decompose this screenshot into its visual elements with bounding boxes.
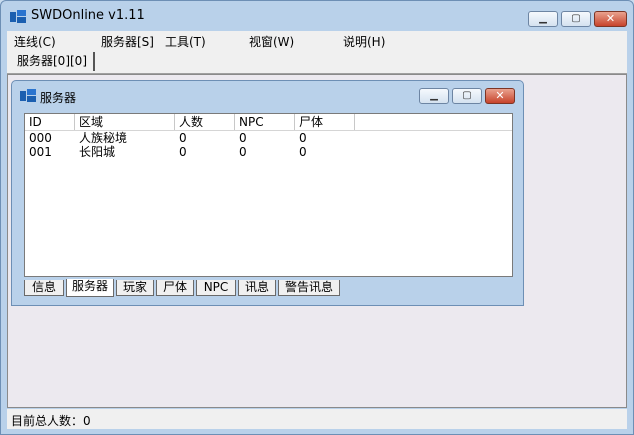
tab-messages[interactable]: 讯息: [238, 280, 276, 296]
list-header: ID 区域 人数 NPC 尸体: [25, 114, 512, 131]
close-icon: ✕: [605, 12, 616, 25]
cell-npc: 0: [239, 145, 247, 159]
app-logo-icon: [20, 89, 36, 102]
child-minimize-button[interactable]: ▁: [419, 88, 449, 104]
table-row[interactable]: 001 长阳城 0 0 0: [25, 145, 512, 159]
menu-connect[interactable]: 连线(C): [14, 33, 56, 50]
tab-players[interactable]: 玩家: [116, 280, 154, 296]
child-maximize-button[interactable]: ▢: [452, 88, 482, 104]
menu-help[interactable]: 说明(H): [343, 33, 385, 50]
cell-id: 001: [29, 145, 52, 159]
close-button[interactable]: ✕: [594, 11, 627, 27]
tab-npc[interactable]: NPC: [196, 280, 236, 296]
document-tab-strip: 服务器[0][0]: [7, 49, 627, 74]
column-header-players[interactable]: 人数: [175, 114, 235, 130]
maximize-button[interactable]: ▢: [561, 11, 591, 27]
cell-corpse: 0: [299, 131, 307, 145]
cell-players: 0: [179, 145, 187, 159]
title-bar[interactable]: SWDOnline v1.11 ▁ ▢ ✕: [1, 1, 633, 31]
child-window-title: 服务器: [40, 91, 77, 105]
column-header-corpse[interactable]: 尸体: [295, 114, 355, 130]
tab-server[interactable]: 服务器: [66, 279, 114, 297]
tab-warning-messages[interactable]: 警告讯息: [278, 280, 340, 296]
column-header-region[interactable]: 区域: [75, 114, 175, 130]
tab-corpse[interactable]: 尸体: [156, 280, 194, 296]
tab-server[interactable]: 服务器[0][0]: [11, 52, 95, 71]
cell-id: 000: [29, 131, 52, 145]
bottom-tab-strip: 信息 服务器 玩家 尸体 NPC 讯息 警告讯息: [18, 278, 518, 300]
minimize-icon: ▁: [430, 90, 438, 101]
cell-region: 长阳城: [79, 145, 116, 159]
column-header-npc[interactable]: NPC: [235, 114, 295, 130]
maximize-icon: ▢: [462, 90, 472, 101]
menu-tools[interactable]: 工具(T): [165, 33, 206, 50]
menu-bar: 连线(C) 服务器[S] 工具(T) 视窗(W) 说明(H): [7, 31, 627, 49]
app-logo-icon: [10, 10, 26, 23]
menu-server[interactable]: 服务器[S]: [101, 33, 154, 50]
window-title: SWDOnline v1.11: [31, 8, 145, 23]
cell-players: 0: [179, 131, 187, 145]
child-close-button[interactable]: ✕: [485, 88, 515, 104]
column-header-id[interactable]: ID: [25, 114, 75, 130]
close-icon: ✕: [495, 89, 505, 102]
cell-region: 人族秘境: [79, 131, 128, 145]
minimize-button[interactable]: ▁: [528, 11, 558, 27]
tab-info[interactable]: 信息: [24, 280, 64, 296]
server-list[interactable]: ID 区域 人数 NPC 尸体 000 人族秘境 0 0 0 001 长阳城 0…: [24, 113, 513, 277]
menu-window[interactable]: 视窗(W): [249, 33, 294, 50]
cell-npc: 0: [239, 131, 247, 145]
server-child-window: 服务器 ▁ ▢ ✕ ID 区域 人数 NPC 尸体 000 人族秘境 0 0 0: [11, 80, 524, 306]
total-players-status: 目前总人数：0: [11, 414, 91, 428]
status-bar: 目前总人数：0: [7, 409, 627, 429]
main-window: SWDOnline v1.11 ▁ ▢ ✕ 连线(C) 服务器[S] 工具(T)…: [0, 0, 634, 435]
cell-corpse: 0: [299, 145, 307, 159]
minimize-icon: ▁: [539, 13, 547, 24]
maximize-icon: ▢: [571, 13, 581, 24]
table-row[interactable]: 000 人族秘境 0 0 0: [25, 131, 512, 145]
